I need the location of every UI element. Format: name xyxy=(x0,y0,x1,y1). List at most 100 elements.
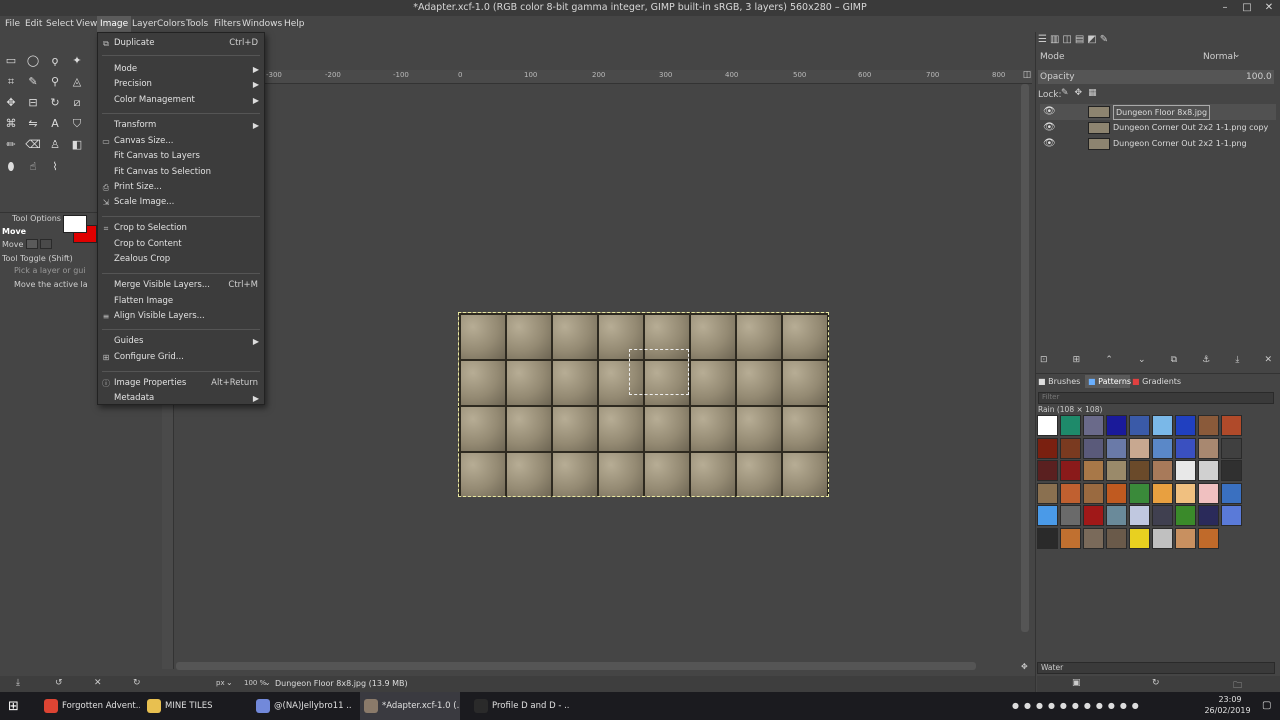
layer-row[interactable]: 👁 Dungeon Corner Out 2x2 1-1.png xyxy=(1040,136,1276,152)
pattern-swatch[interactable] xyxy=(1083,437,1104,459)
layer-row[interactable]: 👁 Dungeon Floor 8x8.jpg xyxy=(1040,104,1276,120)
close-button[interactable]: ✕ xyxy=(1258,0,1280,16)
move-layer-toggle-icon[interactable] xyxy=(26,239,38,249)
zoom-select[interactable]: 100 % xyxy=(244,679,266,687)
warp-tool-icon[interactable]: ⌘ xyxy=(2,115,20,133)
menu-image[interactable]: Image xyxy=(97,16,132,32)
tab-patterns[interactable]: ■ Patterns xyxy=(1088,377,1131,386)
pattern-swatch[interactable] xyxy=(1037,437,1058,459)
menu-item-zealous-crop[interactable]: Zealous Crop xyxy=(98,252,264,267)
pattern-swatch[interactable] xyxy=(1106,482,1127,504)
pattern-swatch[interactable] xyxy=(1129,460,1150,481)
paintbrush-tool-icon[interactable]: ✏ xyxy=(2,136,20,154)
pattern-swatch[interactable] xyxy=(1198,482,1219,504)
tag-input[interactable]: Water xyxy=(1037,662,1275,674)
eye-icon[interactable]: 👁 xyxy=(1043,104,1056,120)
delete-tool-preset-icon[interactable]: ✕ xyxy=(94,678,102,688)
layers-buttons[interactable]: ⊡ ⊞ ⌃ ⌄ ⧉ ⚓ ⤓ ✕ xyxy=(1040,355,1272,365)
shear-tool-icon[interactable]: ⧄ xyxy=(68,94,86,112)
pattern-swatch[interactable] xyxy=(1175,437,1196,459)
pattern-swatch[interactable] xyxy=(1129,415,1150,436)
menu-item-crop-to-selection[interactable]: ⌗ Crop to Selection xyxy=(98,221,264,236)
align-tool-icon[interactable]: ⊟ xyxy=(24,94,42,112)
pattern-swatch[interactable] xyxy=(1083,460,1104,481)
pattern-swatch[interactable] xyxy=(1175,482,1196,504)
pattern-swatch[interactable] xyxy=(1152,482,1173,504)
horizontal-scrollbar[interactable] xyxy=(176,662,976,670)
menu-item-canvas-size[interactable]: ▭ Canvas Size... xyxy=(98,134,264,149)
pattern-swatch[interactable] xyxy=(1129,505,1150,526)
menu-item-fit-canvas-to-selection[interactable]: Fit Canvas to Selection xyxy=(98,165,264,180)
taskbar-item[interactable]: @(NA)Jellybro11 ... xyxy=(252,692,352,720)
chevron-down-icon[interactable]: ⌄ xyxy=(264,678,271,687)
menu-item-align-visible-layers[interactable]: ≡ Align Visible Layers... xyxy=(98,309,264,324)
tray-icons[interactable]: ●●●●●●●●●●● xyxy=(1012,701,1144,710)
pattern-swatch[interactable] xyxy=(1083,505,1104,526)
pattern-swatch[interactable] xyxy=(1198,415,1219,436)
minimize-button[interactable]: – xyxy=(1214,0,1236,16)
flip-tool-icon[interactable]: ⇋ xyxy=(24,115,42,133)
smudge-tool-icon[interactable]: ☝ xyxy=(24,158,42,176)
pattern-swatch[interactable] xyxy=(1198,437,1219,459)
taskbar-item[interactable]: MINE TILES xyxy=(143,692,243,720)
pattern-swatch[interactable] xyxy=(1198,505,1219,526)
refresh-pattern-icon[interactable]: ↻ xyxy=(1152,678,1160,688)
merge-layer-icon[interactable]: ⤓ xyxy=(1235,355,1239,365)
menu-item-scale-image[interactable]: ⇲ Scale Image... xyxy=(98,195,264,210)
new-layer-icon[interactable]: ⊞ xyxy=(1073,355,1081,365)
tab-gradients[interactable]: ■ Gradients xyxy=(1132,377,1181,386)
menu-item-precision[interactable]: Precision ▶ xyxy=(98,77,264,92)
taskbar-item[interactable]: Profile D and D - ... xyxy=(470,692,570,720)
pattern-swatch[interactable] xyxy=(1221,460,1242,481)
delete-layer-icon[interactable]: ✕ xyxy=(1264,355,1272,365)
eraser-tool-icon[interactable]: ⌫ xyxy=(24,136,42,154)
menu-windows[interactable]: Windows xyxy=(239,16,285,32)
pattern-swatch[interactable] xyxy=(1152,505,1173,526)
layer-name[interactable]: Dungeon Corner Out 2x2 1-1.png xyxy=(1113,136,1247,152)
pattern-swatch[interactable] xyxy=(1083,482,1104,504)
zoom-tool-icon[interactable]: ⚲ xyxy=(46,73,64,91)
pattern-swatch[interactable] xyxy=(1060,460,1081,481)
color-picker-tool-icon[interactable]: ✎ xyxy=(24,73,42,91)
pattern-swatch[interactable] xyxy=(1198,460,1219,481)
pattern-swatch[interactable] xyxy=(1175,505,1196,526)
menu-tools[interactable]: Tools xyxy=(183,16,211,32)
menu-item-mode[interactable]: Mode ▶ xyxy=(98,62,264,77)
chevron-down-icon[interactable]: ⌄ xyxy=(1233,50,1241,60)
navigate-icon[interactable]: ✥ xyxy=(1021,662,1031,672)
menu-file[interactable]: File xyxy=(2,16,23,32)
pattern-swatch[interactable] xyxy=(1221,505,1242,526)
pattern-swatch[interactable] xyxy=(1175,527,1196,549)
pattern-swatch[interactable] xyxy=(1152,415,1173,436)
menu-edit[interactable]: Edit xyxy=(22,16,45,32)
save-tool-preset-icon[interactable]: ⤓ xyxy=(16,678,20,688)
pattern-swatch[interactable] xyxy=(1106,505,1127,526)
menu-item-print-size[interactable]: ⎙ Print Size... xyxy=(98,180,264,195)
taskbar-item[interactable]: Forgotten Advent... xyxy=(40,692,140,720)
menu-item-color-management[interactable]: Color Management ▶ xyxy=(98,93,264,108)
pattern-swatch[interactable] xyxy=(1083,415,1104,436)
pattern-swatch[interactable] xyxy=(1221,482,1242,504)
rect-select-tool-icon[interactable]: ▭ xyxy=(2,52,20,70)
layer-mode-select[interactable]: Normal xyxy=(1203,52,1236,62)
paths-tool-icon[interactable]: ⌇ xyxy=(46,158,64,176)
move-active-layer-radio-label[interactable]: Move the active la xyxy=(14,280,88,289)
reset-tool-options-icon[interactable]: ↻ xyxy=(133,678,141,688)
menu-item-duplicate[interactable]: ⧉ Duplicate Ctrl+D xyxy=(98,36,264,51)
maximize-button[interactable]: □ xyxy=(1236,0,1258,16)
restore-tool-preset-icon[interactable]: ↺ xyxy=(55,678,63,688)
menu-help[interactable]: Help xyxy=(281,16,308,32)
lower-layer-icon[interactable]: ⌄ xyxy=(1138,355,1146,365)
pattern-swatch[interactable] xyxy=(1060,415,1081,436)
free-select-tool-icon[interactable]: ϙ xyxy=(46,52,64,70)
windows-start-icon[interactable]: ⊞ xyxy=(8,699,19,714)
lock-icons[interactable]: ✎✥▦ xyxy=(1061,88,1103,98)
menu-item-guides[interactable]: Guides ▶ xyxy=(98,334,264,349)
clock-date[interactable]: 26/02/2019 xyxy=(1200,706,1255,715)
clone-tool-icon[interactable]: ♙ xyxy=(46,136,64,154)
layer-row[interactable]: 👁 Dungeon Corner Out 2x2 1-1.png copy xyxy=(1040,120,1276,136)
menu-item-image-properties[interactable]: ⓘ Image Properties Alt+Return xyxy=(98,376,264,391)
pattern-swatch[interactable] xyxy=(1037,527,1058,549)
horizontal-ruler[interactable]: -300 -200 -100 0 100 200 300 400 500 600… xyxy=(262,70,1032,84)
taskbar-item[interactable]: *Adapter.xcf-1.0 (... xyxy=(360,692,460,720)
